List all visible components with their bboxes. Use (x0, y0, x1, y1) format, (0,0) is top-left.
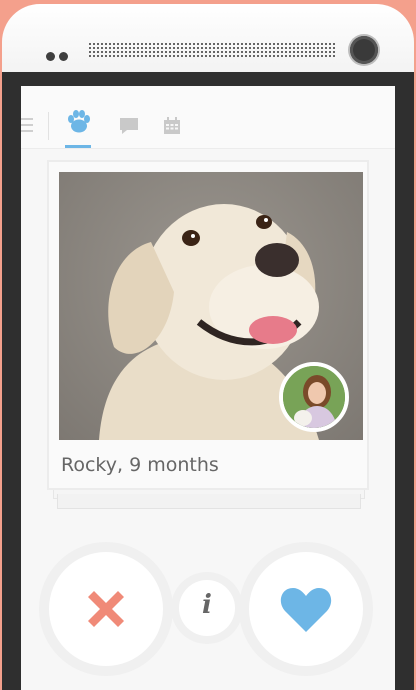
info-button[interactable]: i (179, 580, 235, 636)
top-nav (21, 86, 395, 149)
profile-card[interactable]: Rocky, 9 months (47, 160, 369, 490)
card-stack-middle (57, 494, 361, 509)
active-tab-indicator (65, 145, 91, 148)
dog-photo (59, 172, 363, 440)
tab-paw[interactable] (65, 108, 95, 148)
calendar-icon[interactable] (162, 116, 182, 136)
nav-divider (48, 112, 49, 140)
paw-icon (68, 110, 90, 133)
like-button[interactable] (249, 552, 363, 666)
close-icon (88, 591, 124, 627)
speaker-grille (88, 42, 336, 58)
app-screen: Rocky, 9 months i (21, 86, 395, 690)
phone-frame: Rocky, 9 months i (0, 0, 416, 690)
chat-icon[interactable] (118, 116, 140, 136)
menu-icon[interactable] (21, 118, 33, 136)
front-camera (350, 36, 378, 64)
sensor-dots (46, 46, 72, 65)
owner-avatar[interactable] (279, 362, 349, 432)
info-icon: i (202, 590, 212, 620)
pet-name-age: Rocky, 9 months (61, 454, 219, 476)
heart-icon (280, 588, 332, 632)
dislike-button[interactable] (49, 552, 163, 666)
